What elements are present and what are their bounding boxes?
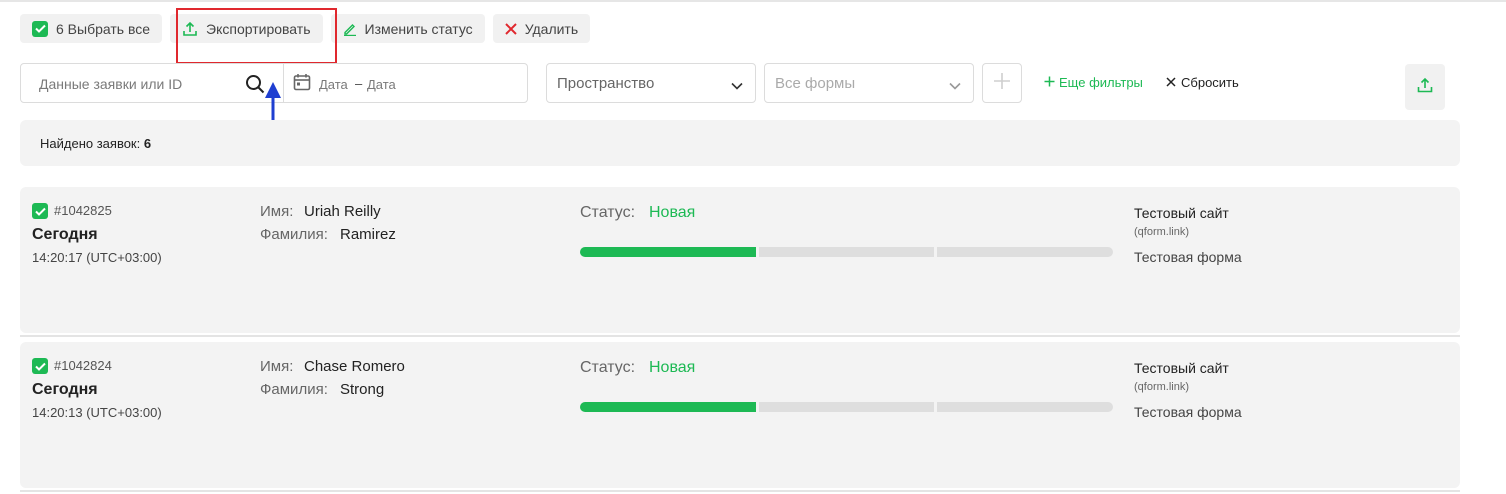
delete-button[interactable]: Удалить: [492, 14, 591, 43]
progress-step-1: [580, 247, 756, 257]
found-count-text: Найдено заявок: 6: [40, 136, 152, 151]
progress-step-1: [580, 402, 756, 412]
card-separator: [20, 490, 1460, 492]
surname-label: Фамилия:: [260, 226, 328, 243]
pencil-icon: [343, 22, 357, 36]
export-highlight-annotation: [176, 8, 337, 64]
calendar-icon[interactable]: [293, 73, 311, 96]
date-to-input[interactable]: Дата: [367, 77, 396, 92]
request-id: #1042825: [54, 203, 112, 218]
found-count: 6: [143, 136, 152, 151]
select-all-label: 6 Выбрать все: [56, 20, 151, 37]
change-status-button[interactable]: Изменить статус: [330, 14, 485, 43]
space-select[interactable]: Пространство: [546, 63, 756, 103]
delete-label: Удалить: [524, 20, 579, 37]
close-icon: [504, 22, 517, 35]
progress-step-2: [758, 402, 935, 412]
date-range-dash: –: [355, 76, 363, 91]
name-label: Имя:: [260, 358, 294, 375]
name-label: Имя:: [260, 203, 294, 220]
request-id: #1042824: [54, 358, 112, 373]
chevron-down-icon: [949, 77, 961, 95]
check-icon[interactable]: [32, 358, 48, 374]
site-name: Тестовый сайт: [1134, 205, 1229, 221]
add-filter-button[interactable]: [982, 63, 1022, 103]
more-filters-label: Еще фильтры: [1059, 75, 1143, 90]
upload-icon: [1416, 76, 1434, 99]
surname-value: Ramirez: [340, 226, 396, 243]
status-label: Статус:: [580, 204, 636, 221]
found-requests-bar: Найдено заявок: 6: [20, 120, 1460, 166]
request-day: Сегодня: [32, 226, 98, 243]
close-icon: [1166, 75, 1176, 90]
card-separator: [20, 335, 1460, 337]
name-value: Uriah Reilly: [304, 203, 381, 220]
request-time: 14:20:13 (UTC+03:00): [32, 405, 162, 420]
status-progress: [580, 247, 1114, 257]
status-label: Статус:: [580, 359, 636, 376]
request-card[interactable]: #1042825 Сегодня 14:20:17 (UTC+03:00) Им…: [20, 187, 1460, 333]
request-time: 14:20:17 (UTC+03:00): [32, 250, 162, 265]
status-value[interactable]: Новая: [649, 204, 695, 222]
surname-label: Фамилия:: [260, 381, 328, 398]
status-progress: [580, 402, 1114, 412]
name-value: Chase Romero: [304, 358, 405, 375]
more-filters-link[interactable]: Еще фильтры: [1044, 75, 1143, 90]
chevron-down-icon: [731, 77, 743, 95]
form-name: Тестовая форма: [1134, 249, 1242, 265]
request-card[interactable]: #1042824 Сегодня 14:20:13 (UTC+03:00) Им…: [20, 342, 1460, 488]
form-name: Тестовая форма: [1134, 404, 1242, 420]
change-status-label: Изменить статус: [364, 20, 473, 37]
check-icon[interactable]: [32, 203, 48, 219]
select-all-button[interactable]: 6 Выбрать все: [20, 14, 163, 43]
space-select-value: Пространство: [557, 75, 655, 92]
surname-value: Strong: [340, 381, 385, 398]
progress-step-3: [937, 247, 1114, 257]
search-input[interactable]: Данные заявки или ID: [39, 76, 182, 92]
export-icon-button[interactable]: [1405, 64, 1445, 110]
progress-step-2: [758, 247, 935, 257]
request-day: Сегодня: [32, 381, 98, 398]
progress-step-3: [937, 402, 1114, 412]
plus-icon: [992, 71, 1012, 96]
site-domain: (qform.link): [1134, 381, 1190, 393]
forms-select[interactable]: Все формы: [764, 63, 974, 103]
forms-select-value: Все формы: [775, 75, 856, 92]
plus-icon: [1044, 75, 1055, 90]
site-name: Тестовый сайт: [1134, 360, 1229, 376]
site-domain: (qform.link): [1134, 226, 1190, 238]
check-icon: [32, 20, 48, 37]
date-from-input[interactable]: Дата: [319, 77, 348, 92]
top-divider: [0, 0, 1506, 2]
reset-filters-label: Сбросить: [1181, 75, 1239, 90]
status-value[interactable]: Новая: [649, 359, 695, 377]
reset-filters-link[interactable]: Сбросить: [1166, 75, 1239, 90]
